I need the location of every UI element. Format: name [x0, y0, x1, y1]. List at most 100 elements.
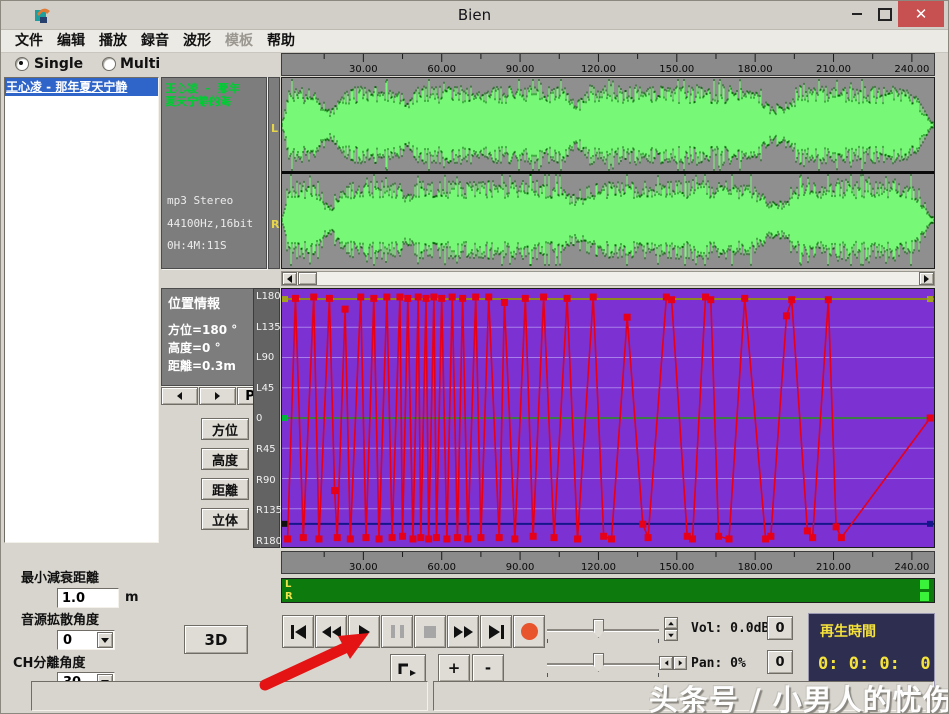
waveform-channel-strip: L R	[268, 77, 280, 269]
pan-spinner[interactable]	[659, 656, 687, 670]
stereo-track-button[interactable]: 立体	[201, 508, 249, 530]
pan-readout: Pan: 0%	[691, 656, 746, 671]
play-button[interactable]	[348, 615, 380, 648]
fast-forward-button[interactable]	[447, 615, 479, 648]
status-cell-left	[31, 681, 428, 711]
ruler-tick-label: 150.00	[659, 64, 694, 75]
skip-end-icon	[489, 625, 504, 639]
ruler-tick-label: 120.00	[581, 562, 616, 573]
right-channel-label: R	[271, 218, 279, 231]
pan-left-button[interactable]	[659, 656, 673, 670]
spread-angle-value: 0	[59, 632, 97, 648]
volume-down-button[interactable]	[664, 629, 678, 641]
rewind-button[interactable]	[315, 615, 347, 648]
waveform-scrollbar[interactable]	[281, 271, 935, 286]
radio-single[interactable]	[15, 57, 29, 71]
ruler-tick-label: 240.00	[894, 562, 929, 573]
position-panel-title: 位置情報	[168, 293, 220, 312]
menu-item-1[interactable]: 文件	[15, 30, 43, 52]
window-title: Bien	[1, 6, 948, 24]
menu-item-3[interactable]: 播放	[99, 30, 127, 52]
skip-start-icon	[291, 625, 306, 639]
volume-slider-thumb[interactable]	[593, 619, 604, 638]
stop-button[interactable]	[414, 615, 446, 648]
menu-item-5[interactable]: 波形	[183, 30, 211, 52]
watermark: 头条号 / 小男人的忧伤	[649, 677, 949, 714]
fast-forward-icon	[454, 626, 473, 638]
format-label: mp3 Stereo	[167, 194, 233, 207]
rewind-icon	[322, 626, 341, 638]
vu-left-level	[920, 580, 929, 589]
spread-dropdown-button[interactable]	[97, 632, 113, 648]
track-title-line2: 夏天宁静的海	[165, 95, 263, 108]
zoom-in-button[interactable]: +	[438, 654, 470, 682]
distance-track-button[interactable]: 距離	[201, 478, 249, 500]
track-title-line1: 王心凌 - 那年	[165, 82, 263, 95]
playback-time-value: 0: 0: 0: 0	[818, 654, 931, 674]
spread-angle-label: 音源拡散角度	[21, 609, 99, 628]
pan-automation-chart[interactable]	[281, 288, 935, 548]
record-button[interactable]	[513, 615, 545, 648]
scroll-right-button[interactable]	[919, 272, 934, 285]
scrollbar-thumb[interactable]	[298, 272, 317, 285]
min-attenuation-input[interactable]	[57, 588, 119, 608]
pan-right-button[interactable]	[673, 656, 687, 670]
azimuth-track-button[interactable]: 方位	[201, 418, 249, 440]
zoom-out-button[interactable]: -	[472, 654, 504, 682]
menu-item-4[interactable]: 録音	[141, 30, 169, 52]
ruler-tick-label: 210.00	[816, 64, 851, 75]
maximize-icon	[878, 8, 892, 21]
volume-spinner[interactable]	[664, 617, 678, 641]
loop-button[interactable]	[390, 654, 426, 684]
azimuth-value: 方位=180 °	[168, 321, 237, 338]
waveform-display[interactable]	[281, 77, 935, 269]
vu-left-label: L	[285, 579, 291, 590]
radio-multi[interactable]	[102, 57, 116, 71]
app-window: Bien ✕ 文件编辑播放録音波形模板帮助 Single Multi 王心凌 -…	[0, 0, 949, 714]
radio-multi-label: Multi	[120, 56, 160, 72]
prev-point-button[interactable]	[161, 387, 198, 405]
skip-start-button[interactable]	[282, 615, 314, 648]
pan-reset-button[interactable]: 0	[767, 650, 793, 674]
file-info-panel: 王心凌 - 那年 夏天宁静的海 mp3 Stereo 44100Hz,16bit…	[161, 77, 267, 269]
pan-axis-label: R135	[256, 505, 282, 516]
playlist[interactable]: 王心凌 - 那年夏天宁静	[4, 77, 159, 543]
ruler-tick-label: 210.00	[816, 562, 851, 573]
pan-axis-label: L180	[256, 291, 281, 302]
ruler-tick-label: 60.00	[427, 562, 456, 573]
menu-bar: 文件编辑播放録音波形模板帮助	[1, 30, 948, 53]
pan-slider-thumb[interactable]	[593, 653, 604, 672]
volume-reset-button[interactable]: 0	[767, 616, 793, 640]
ruler-tick-label: 90.00	[506, 562, 535, 573]
menu-item-2[interactable]: 编辑	[57, 30, 85, 52]
pan-axis-label: L135	[256, 322, 281, 333]
next-icon	[215, 392, 220, 400]
volume-up-button[interactable]	[664, 617, 678, 629]
spin-down-icon	[668, 633, 674, 637]
menu-item-7[interactable]: 帮助	[267, 30, 295, 52]
spread-angle-select[interactable]: 0	[57, 630, 115, 650]
skip-end-button[interactable]	[480, 615, 512, 648]
close-icon: ✕	[915, 5, 928, 23]
close-button[interactable]: ✕	[898, 1, 944, 27]
minimize-button[interactable]	[844, 1, 870, 27]
ch-separation-label: CH分離角度	[13, 652, 85, 671]
vu-right-level	[920, 592, 929, 601]
play-icon	[359, 625, 370, 639]
menu-item-6: 模板	[225, 30, 253, 52]
ruler-tick-label: 90.00	[506, 64, 535, 75]
pause-button[interactable]	[381, 615, 413, 648]
spin-right-icon	[678, 660, 682, 666]
elevation-track-button[interactable]: 高度	[201, 448, 249, 470]
next-point-button[interactable]	[199, 387, 236, 405]
radio-single-dot	[19, 61, 23, 65]
scroll-left-button[interactable]	[282, 272, 297, 285]
pan-axis-label: L45	[256, 383, 274, 394]
pause-icon	[389, 625, 406, 638]
3d-mode-button[interactable]: 3D	[184, 625, 248, 654]
mode-row: Single Multi	[1, 52, 279, 76]
playlist-item[interactable]: 王心凌 - 那年夏天宁静	[5, 78, 158, 96]
maximize-button[interactable]	[872, 1, 898, 27]
vu-meter: L R	[281, 578, 935, 603]
vu-right-label: R	[285, 591, 293, 602]
